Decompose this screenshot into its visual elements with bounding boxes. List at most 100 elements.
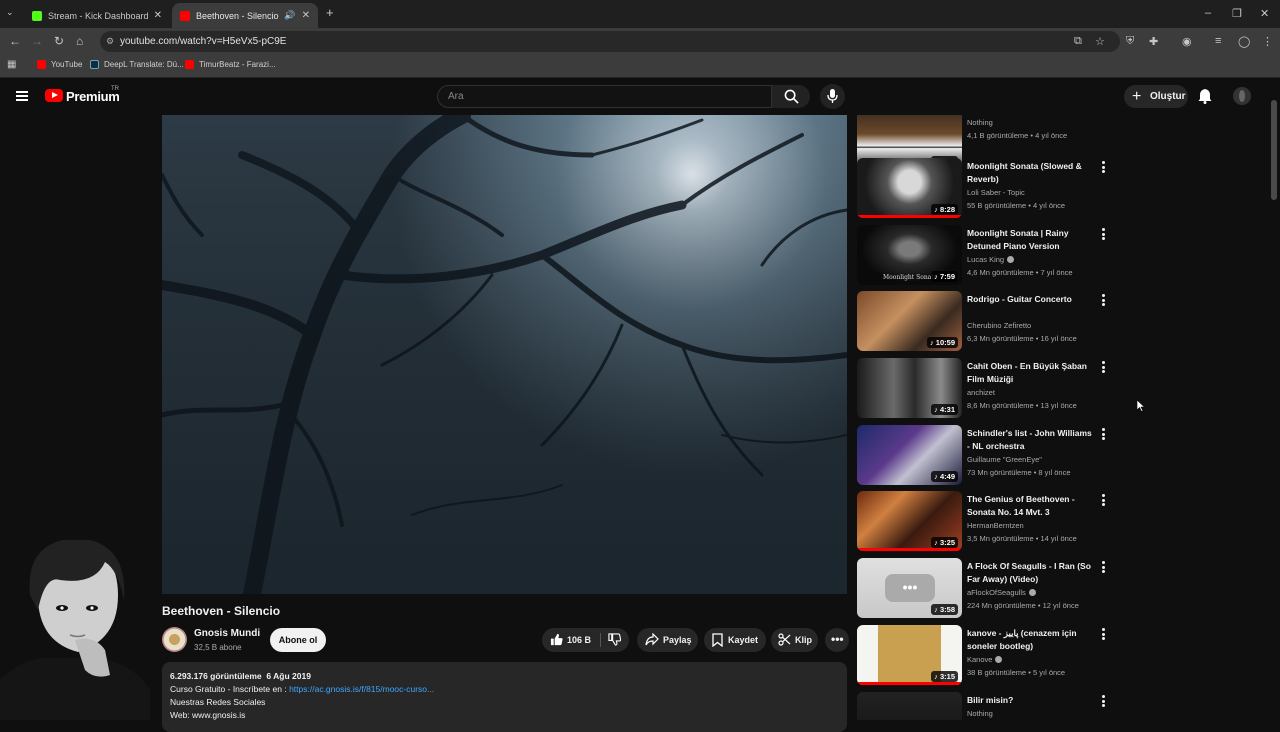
related-video-title[interactable]: The Genius of Beethoven - Sonata No. 14 …	[967, 493, 1095, 519]
related-video-item[interactable]: Moonlight Sonata ♪ 7:59 Moonlight Sonata |…	[857, 225, 1112, 287]
bookmark-star-icon[interactable]: ☆	[1095, 35, 1105, 48]
maximize-icon[interactable]: ❐	[1232, 7, 1242, 20]
browser-tab-strip: ⌄ Stream - Kick Dashboard ✕ Beethoven - …	[0, 0, 1280, 28]
related-channel-name[interactable]: Nothing	[967, 118, 993, 127]
close-tab-icon[interactable]: ✕	[302, 10, 310, 21]
video-thumbnail[interactable]	[857, 692, 962, 720]
more-options-icon[interactable]	[1102, 695, 1105, 709]
video-thumbnail[interactable]: ♪ 3:15	[857, 625, 962, 685]
address-bar[interactable]: ⚙ youtube.com/watch?v=H5eVx5-pC9E	[100, 31, 1120, 52]
tab-search-icon[interactable]: ⌄	[6, 7, 14, 18]
home-icon[interactable]: ⌂	[76, 34, 83, 48]
notifications-bell-icon[interactable]	[1198, 88, 1212, 104]
create-button[interactable]: + Oluştur	[1124, 85, 1188, 108]
site-info-icon[interactable]: ⚙	[106, 31, 114, 52]
extensions-icon[interactable]: ✚	[1149, 35, 1158, 48]
related-video-item[interactable]: ♪ 10:59 Rodrigo - Guitar Concerto Cherubin…	[857, 291, 1112, 353]
video-thumbnail[interactable]: ♪ 4:31	[857, 358, 962, 418]
course-link[interactable]: https://ac.gnosis.is/f/815/mooc-curso...	[289, 684, 434, 694]
related-channel-name[interactable]: Lucas King	[967, 255, 1015, 264]
bookmark-deepl[interactable]: DeepL Translate: Dü...	[90, 60, 184, 69]
apps-grid-icon[interactable]: ▦	[7, 59, 16, 70]
more-options-icon[interactable]	[1102, 361, 1105, 375]
subscribe-button[interactable]: Abone ol	[270, 628, 326, 652]
related-channel-name[interactable]: Kanove	[967, 655, 1003, 664]
related-channel-name[interactable]: HermanBerntzen	[967, 521, 1024, 530]
page-scrollbar[interactable]	[1271, 100, 1277, 200]
save-button[interactable]: Kaydet	[704, 628, 766, 652]
forward-icon[interactable]: →	[31, 34, 43, 48]
more-options-icon[interactable]	[1102, 494, 1105, 508]
related-video-title[interactable]: Rodrigo - Guitar Concerto	[967, 293, 1095, 306]
video-frame-trees	[162, 115, 847, 594]
related-video-item[interactable]: ♪ 8:28 Moonlight Sonata (Slowed & Reverb)…	[857, 158, 1112, 220]
minimize-icon[interactable]: –	[1205, 7, 1211, 19]
install-icon[interactable]: ⧉	[1074, 35, 1082, 48]
duration-badge: ♪ 3:58	[931, 604, 958, 615]
back-icon[interactable]: ←	[9, 34, 21, 48]
new-tab-icon[interactable]: +	[326, 5, 334, 20]
share-button[interactable]: Paylaş	[637, 628, 698, 652]
related-channel-name[interactable]: Loli Saber - Topic	[967, 188, 1025, 197]
search-button[interactable]	[772, 85, 810, 108]
related-video-item[interactable]: ♪ 3:25 The Genius of Beethoven - Sonata N…	[857, 491, 1112, 553]
video-thumbnail[interactable]: ♪ 10:59	[857, 291, 962, 351]
related-video-item[interactable]: ••• ♪ 3:58 A Flock Of Seagulls - I Ran (So…	[857, 558, 1112, 620]
incognito-icon[interactable]: ◉	[1182, 35, 1192, 48]
shield-extension-icon[interactable]: ⛨	[1126, 35, 1134, 48]
related-channel-name[interactable]: Cherubino Zefiretto	[967, 321, 1031, 330]
tab-kick-dashboard[interactable]: Stream - Kick Dashboard ✕	[24, 3, 170, 28]
channel-avatar[interactable]	[162, 627, 187, 652]
more-options-icon[interactable]	[1102, 294, 1105, 308]
description-box[interactable]: 6.293.176 görüntüleme 6 Ağu 2019 Curso G…	[162, 662, 847, 732]
streamer-webcam	[0, 540, 150, 720]
video-thumbnail[interactable]: ♪ 3:25	[857, 491, 962, 551]
verified-badge-icon	[995, 656, 1003, 663]
related-channel-name[interactable]: anchizet	[967, 388, 995, 397]
account-avatar[interactable]	[1233, 87, 1251, 105]
more-options-icon[interactable]	[1102, 161, 1105, 175]
menu-hamburger-icon[interactable]	[16, 91, 28, 101]
media-icon[interactable]: ≡	[1215, 35, 1221, 47]
related-video-title[interactable]: Bilir misin?	[967, 694, 1095, 707]
more-options-icon[interactable]	[1102, 228, 1105, 242]
tab-youtube[interactable]: Beethoven - Silencio - YouT 🔊 ✕	[172, 3, 318, 28]
related-video-title[interactable]: Moonlight Sonata (Slowed & Reverb)	[967, 160, 1095, 186]
profile-icon[interactable]: ◯	[1238, 35, 1250, 48]
video-thumbnail[interactable]: ♪ 8:28	[857, 158, 962, 218]
speaker-icon[interactable]: 🔊	[284, 10, 295, 21]
related-video-title[interactable]: Schindler's list - John Williams - NL or…	[967, 427, 1095, 453]
window-close-icon[interactable]: ✕	[1260, 7, 1269, 20]
more-options-icon[interactable]	[1102, 628, 1105, 642]
related-video-title[interactable]: A Flock Of Seagulls - I Ran (So Far Away…	[967, 560, 1095, 586]
related-channel-name[interactable]: Nothing	[967, 709, 993, 718]
bookmark-timurbeatz[interactable]: TimurBeatz - Farazi...	[185, 60, 276, 69]
dislike-icon[interactable]	[608, 633, 621, 646]
close-tab-icon[interactable]: ✕	[154, 10, 162, 21]
video-thumbnail[interactable]: ♪ 4:49	[857, 425, 962, 485]
video-thumbnail[interactable]: Moonlight Sonata ♪ 7:59	[857, 225, 962, 285]
voice-search-button[interactable]	[820, 84, 845, 109]
bookmark-youtube[interactable]: YouTube	[37, 60, 82, 69]
video-player[interactable]	[162, 115, 847, 594]
menu-dots-icon[interactable]: ⋮	[1262, 35, 1273, 48]
related-video-title[interactable]: kanove - پاییز (cenazem için soneler boo…	[967, 627, 1095, 653]
related-video-title[interactable]: Cahit Oben - En Büyük Şaban Film Müziği	[967, 360, 1095, 386]
related-channel-name[interactable]: aFlockOfSeagulls	[967, 588, 1036, 597]
more-actions-button[interactable]: •••	[825, 628, 849, 652]
related-video-item[interactable]: ♪ 4:31 Cahit Oben - En Büyük Şaban Film M…	[857, 358, 1112, 420]
more-options-icon[interactable]	[1102, 428, 1105, 442]
channel-name[interactable]: Gnosis Mundi	[194, 628, 260, 639]
related-video-title[interactable]: Moonlight Sonata | Rainy Detuned Piano V…	[967, 227, 1095, 253]
related-channel-name[interactable]: Guillaume "GreenEye"	[967, 455, 1042, 464]
related-video-item[interactable]: Bilir misin? Nothing	[857, 692, 1112, 720]
clip-button[interactable]: Klip	[771, 628, 818, 652]
related-video-item[interactable]: ♪ 3:15 kanove - پاییز (cenazem için sonel…	[857, 625, 1112, 687]
video-thumbnail[interactable]: ••• ♪ 3:58	[857, 558, 962, 618]
like-icon[interactable]	[550, 633, 563, 646]
more-options-icon[interactable]	[1102, 561, 1105, 575]
search-input[interactable]: Ara	[437, 85, 772, 108]
related-video-item[interactable]: ♪ 4:49 Schindler's list - John Williams -…	[857, 425, 1112, 487]
youtube-logo-icon[interactable]	[45, 89, 63, 102]
reload-icon[interactable]: ↻	[54, 34, 64, 48]
